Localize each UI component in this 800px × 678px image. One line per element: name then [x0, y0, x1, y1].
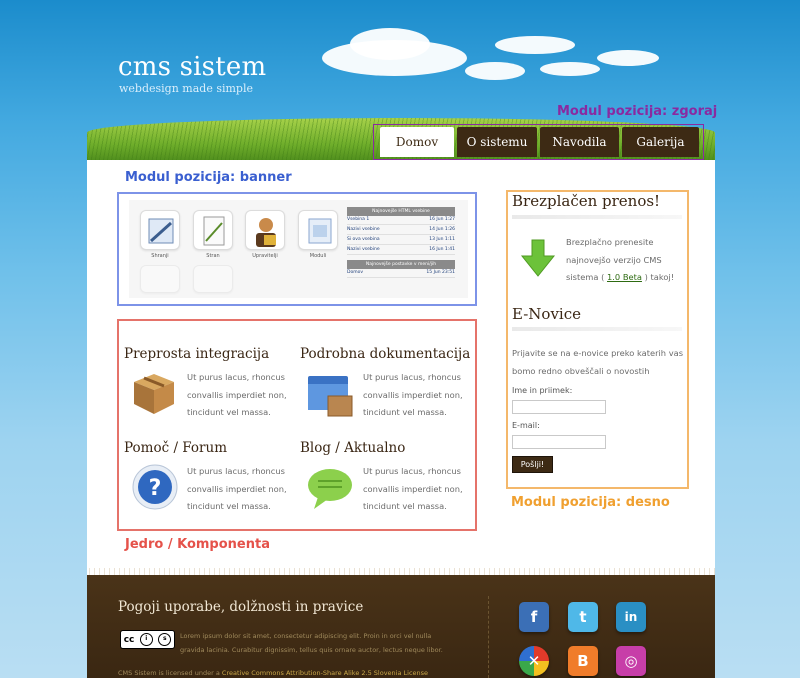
name-field[interactable]	[512, 400, 606, 414]
twitter-icon[interactable]: t	[568, 602, 598, 632]
email-field[interactable]	[512, 435, 606, 449]
banner-icon-label: Stran	[206, 253, 220, 259]
email-label: E-mail:	[512, 421, 540, 430]
feature-title[interactable]: Blog / Aktualno	[300, 440, 405, 456]
download-link[interactable]: 1.0 Beta	[607, 272, 642, 282]
help-icon: ?	[131, 463, 179, 511]
tab-galerija[interactable]: Galerija	[622, 127, 699, 157]
news-title: E-Novice	[512, 305, 582, 323]
license-link[interactable]: Creative Commons Attribution-Share Alike…	[222, 669, 428, 677]
speech-bubble-icon	[306, 463, 354, 511]
linkedin-icon[interactable]: in	[616, 602, 646, 632]
feature-title[interactable]: Preprosta integracija	[124, 346, 269, 362]
feature-text: Ut purus lacus, rhoncus convallis imperd…	[363, 372, 463, 417]
footer-title: Pogoji uporabe, dolžnosti in pravice	[118, 599, 364, 615]
banner-table-row: Vsebina 1 16 Jun 1:27	[347, 217, 455, 225]
faded-icon	[140, 265, 180, 293]
cloud	[465, 62, 525, 80]
banner-table-row: Nazivi vsebine 14 Jun 1:26	[347, 227, 455, 235]
tab-navodila[interactable]: Navodila	[540, 127, 619, 157]
cloud	[597, 50, 659, 66]
sidebar-module-label: Modul pozicija: desno	[511, 495, 670, 510]
feature-text: Ut purus lacus, rhoncus convallis imperd…	[187, 372, 287, 417]
feature-text: Ut purus lacus, rhoncus convallis imperd…	[187, 466, 287, 511]
download-arrow-icon	[518, 238, 558, 278]
banner-table-row: Si ova vsebina 13 Jun 1:11	[347, 237, 455, 245]
banner-table-row: Nazivi vsebine 16 Jun 1:41	[347, 247, 455, 255]
separator	[512, 215, 682, 219]
footer-lorem: Lorem ipsum dolor sit amet, consectetur …	[180, 632, 443, 654]
banner-icon-label: Upravitelji	[252, 253, 278, 259]
banner-table-head: Najnovejše postavke v meni/jih	[347, 260, 455, 269]
creative-commons-badge[interactable]: cc i s	[120, 630, 175, 649]
blogger-icon[interactable]: B	[568, 646, 598, 676]
site-title[interactable]: cms sistem	[118, 52, 266, 82]
banner-icon-label: Moduli	[309, 253, 327, 259]
separator	[512, 327, 682, 331]
submit-button[interactable]: Pošlji!	[512, 456, 553, 473]
picasa-icon[interactable]: ✕	[519, 646, 549, 676]
box-icon	[130, 368, 178, 416]
download-title: Brezplačen prenos!	[512, 192, 661, 210]
tab-o-sistemu[interactable]: O sistemu	[457, 127, 537, 157]
feature-title[interactable]: Podrobna dokumentacija	[300, 346, 470, 362]
banner-icon-label: Shranji	[151, 253, 169, 259]
feature-title[interactable]: Pomoč / Forum	[124, 440, 227, 456]
footer-divider	[488, 596, 489, 678]
component-module-label: Jedro / Komponenta	[125, 537, 270, 552]
news-text: Prijavite se na e-novice preko katerih v…	[512, 348, 684, 376]
folder-icon	[306, 370, 354, 418]
feature-text: Ut purus lacus, rhoncus convallis imperd…	[363, 466, 463, 511]
instagram-icon[interactable]: ◎	[616, 646, 646, 676]
cloud	[350, 28, 430, 60]
facebook-icon[interactable]: f	[519, 602, 549, 632]
modules-icon	[298, 210, 338, 250]
footer-license: CMS Sistem is licensed under a Creative …	[118, 669, 429, 677]
banner-table-row: Domov 15 Jun 23:51	[347, 270, 455, 278]
cloud	[495, 36, 575, 54]
top-module-label: Modul pozicija: zgoraj	[557, 104, 718, 119]
banner-table-head: Najnovejše HTML vsebine	[347, 207, 455, 216]
site-tagline: webdesign made simple	[119, 82, 254, 95]
save-icon	[140, 210, 180, 250]
cloud	[540, 62, 600, 76]
svg-text:?: ?	[149, 476, 162, 501]
faded-icon	[193, 265, 233, 293]
banner-module-label: Modul pozicija: banner	[125, 170, 292, 185]
user-lock-icon	[245, 210, 285, 250]
name-label: Ime in priimek:	[512, 386, 573, 395]
download-text: Brezplačno prenesite najnovejšo verzijo …	[566, 237, 675, 282]
tab-domov[interactable]: Domov	[380, 127, 454, 157]
page-icon	[193, 210, 233, 250]
